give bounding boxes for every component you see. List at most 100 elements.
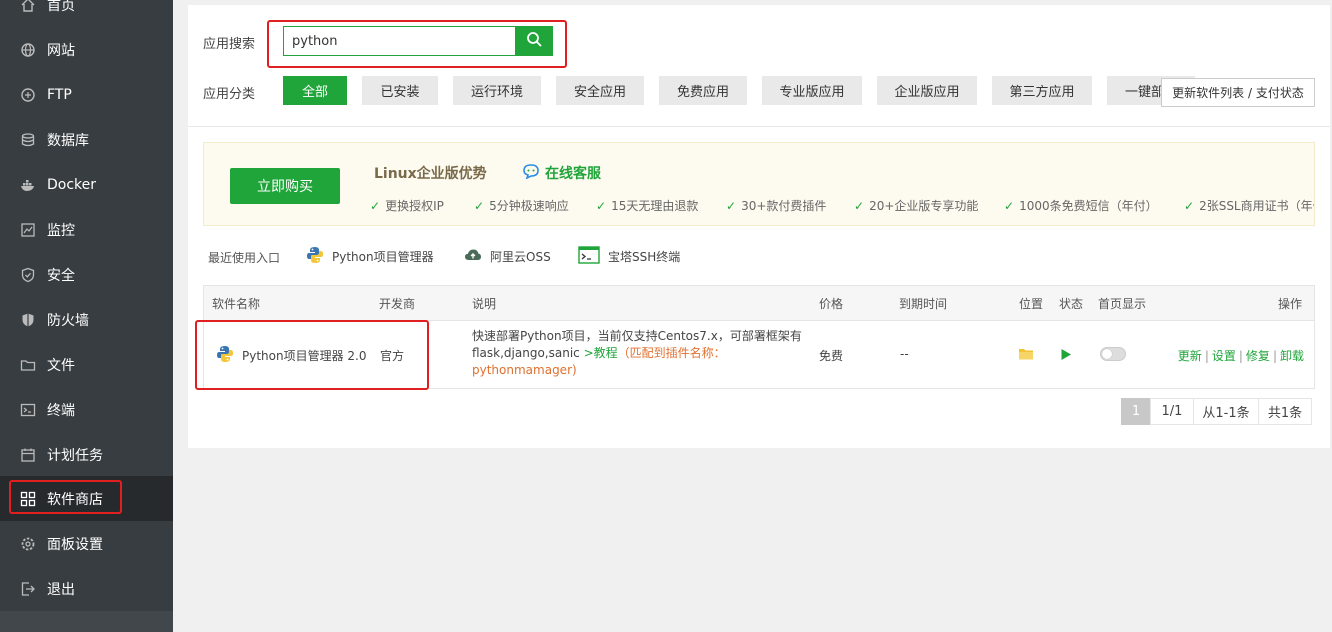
category-installed[interactable]: 已安装: [362, 76, 438, 105]
sidebar-item-security[interactable]: 安全: [0, 252, 173, 297]
gear-icon: [20, 536, 36, 552]
sidebar-item-home[interactable]: 首页: [0, 0, 173, 27]
promo-feature: ✓ 30+款付费插件: [726, 197, 826, 214]
column-header-desc: 说明: [472, 296, 497, 311]
sidebar-item-files[interactable]: 文件: [0, 342, 173, 387]
promo-feature: ✓ 5分钟极速响应: [474, 197, 569, 214]
operations-cell: 更新 | 设置 | 修复 | 卸载: [1177, 349, 1304, 363]
page-count: 1/1: [1150, 398, 1194, 425]
sidebar-item-logout[interactable]: 退出: [0, 566, 173, 611]
category-label: 应用分类: [203, 87, 256, 102]
enterprise-promo-banner: 立即购买 Linux企业版优势 在线客服 ✓ 更换授权IP ✓ 5分钟极速响应 ✓ 1…: [203, 142, 1315, 226]
highlight-box-app-store: [9, 480, 122, 514]
table-header: 软件名称 开发商 说明 价格 到期时间 位置 状态 首页显示 操作: [204, 286, 1314, 321]
cloud-upload-icon: [464, 247, 482, 266]
python-icon: [306, 246, 324, 267]
promo-feature-text: 1000条免费短信（年付）: [1019, 199, 1158, 213]
logout-icon: [20, 581, 36, 597]
promo-feature: ✓ 更换授权IP: [370, 197, 444, 214]
home-icon: [20, 0, 36, 13]
promo-feature: ✓ 1000条免费短信（年付）: [1004, 197, 1158, 214]
settings-link[interactable]: 设置: [1212, 349, 1236, 363]
sidebar-item-label: 终端: [47, 402, 75, 419]
sidebar-item-label: 数据库: [47, 132, 89, 149]
check-icon: ✓: [1184, 198, 1195, 213]
folder-icon: [20, 357, 36, 373]
category-security[interactable]: 安全应用: [556, 76, 644, 105]
refresh-software-list-button[interactable]: 更新软件列表 / 支付状态: [1161, 78, 1315, 107]
sidebar-item-terminal[interactable]: 终端: [0, 387, 173, 432]
page-current[interactable]: 1: [1121, 398, 1151, 425]
price-cell: 免费: [819, 349, 844, 363]
terminal-icon: [578, 245, 600, 267]
recent-item-python-manager[interactable]: Python项目管理器: [306, 246, 434, 266]
sidebar-item-monitor[interactable]: 监控: [0, 207, 173, 252]
play-icon[interactable]: [1060, 348, 1072, 364]
promo-feature-text: 15天无理由退款: [611, 199, 699, 213]
check-icon: ✓: [854, 198, 865, 213]
page-total: 共1条: [1258, 398, 1312, 425]
ftp-icon: [20, 87, 36, 103]
recent-item-ssh-terminal[interactable]: 宝塔SSH终端: [578, 245, 681, 267]
firewall-icon: [20, 312, 36, 328]
sidebar-item-firewall[interactable]: 防火墙: [0, 297, 173, 342]
category-all[interactable]: 全部: [283, 76, 347, 105]
online-service-label: 在线客服: [545, 166, 601, 182]
pagination: 1 1/1 从1-1条 共1条: [1121, 398, 1312, 425]
column-header-name: 软件名称: [212, 296, 261, 311]
home-display-toggle[interactable]: [1100, 347, 1126, 361]
promo-feature: ✓ 20+企业版专享功能: [854, 197, 978, 214]
toggle-knob: [1102, 349, 1112, 359]
sidebar-item-database[interactable]: 数据库: [0, 117, 173, 162]
column-header-price: 价格: [819, 296, 844, 311]
sidebar-item-label: FTP: [47, 86, 72, 103]
category-enterprise[interactable]: 企业版应用: [877, 76, 977, 105]
sidebar-item-label: 网站: [47, 42, 75, 59]
promo-feature-text: 5分钟极速响应: [489, 199, 569, 213]
sidebar-item-panel-settings[interactable]: 面板设置: [0, 521, 173, 566]
recent-item-label: 宝塔SSH终端: [608, 249, 681, 264]
check-icon: ✓: [474, 198, 485, 213]
terminal-icon: [20, 402, 36, 418]
sidebar-item-label: 文件: [47, 357, 75, 374]
category-free[interactable]: 免费应用: [659, 76, 747, 105]
sidebar: 首页 网站 FTP 数据库 Docker 监控 安全 防火墙 文件 终端 计划任…: [0, 0, 173, 632]
sidebar-item-ftp[interactable]: FTP: [0, 72, 173, 117]
column-header-location: 位置: [1019, 296, 1044, 311]
highlight-box-python-row: [195, 320, 429, 390]
sidebar-item-cron[interactable]: 计划任务: [0, 432, 173, 477]
update-link[interactable]: 更新: [1178, 349, 1202, 363]
promo-feature-text: 30+款付费插件: [741, 199, 827, 213]
promo-feature-text: 2张SSL商用证书（年付）: [1199, 199, 1314, 213]
category-third-party[interactable]: 第三方应用: [992, 76, 1092, 105]
search-label: 应用搜索: [203, 37, 256, 52]
uninstall-link[interactable]: 卸载: [1280, 349, 1304, 363]
description-cell: 快速部署Python项目，当前仅支持Centos7.x，可部署框架有flask,…: [472, 328, 807, 379]
buy-now-button[interactable]: 立即购买: [230, 168, 340, 204]
promo-feature: ✓ 2张SSL商用证书（年付）: [1184, 197, 1314, 214]
folder-icon[interactable]: [1018, 347, 1034, 364]
column-header-expire: 到期时间: [899, 296, 948, 311]
category-pro[interactable]: 专业版应用: [762, 76, 862, 105]
sidebar-item-label: Docker: [47, 176, 97, 193]
sidebar-item-label: 计划任务: [47, 447, 103, 464]
globe-icon: [20, 42, 36, 58]
recent-item-aliyun-oss[interactable]: 阿里云OSS: [464, 246, 551, 266]
tutorial-link[interactable]: >教程: [584, 346, 618, 360]
chat-bubble-icon: [522, 163, 540, 183]
promo-title: Linux企业版优势: [374, 166, 487, 182]
sidebar-item-docker[interactable]: Docker: [0, 162, 173, 207]
sidebar-item-website[interactable]: 网站: [0, 27, 173, 72]
sidebar-item-label: 监控: [47, 222, 75, 239]
column-header-ops: 操作: [1277, 296, 1302, 311]
recent-item-label: Python项目管理器: [332, 249, 434, 264]
sidebar-item-label: 退出: [47, 581, 75, 598]
sidebar-item-label: 防火墙: [47, 312, 89, 329]
check-icon: ✓: [726, 198, 737, 213]
shield-icon: [20, 267, 36, 283]
category-runtime[interactable]: 运行环境: [453, 76, 541, 105]
database-icon: [20, 132, 36, 148]
repair-link[interactable]: 修复: [1246, 349, 1270, 363]
online-service-link[interactable]: 在线客服: [522, 163, 601, 183]
column-header-home: 首页显示: [1098, 296, 1147, 311]
